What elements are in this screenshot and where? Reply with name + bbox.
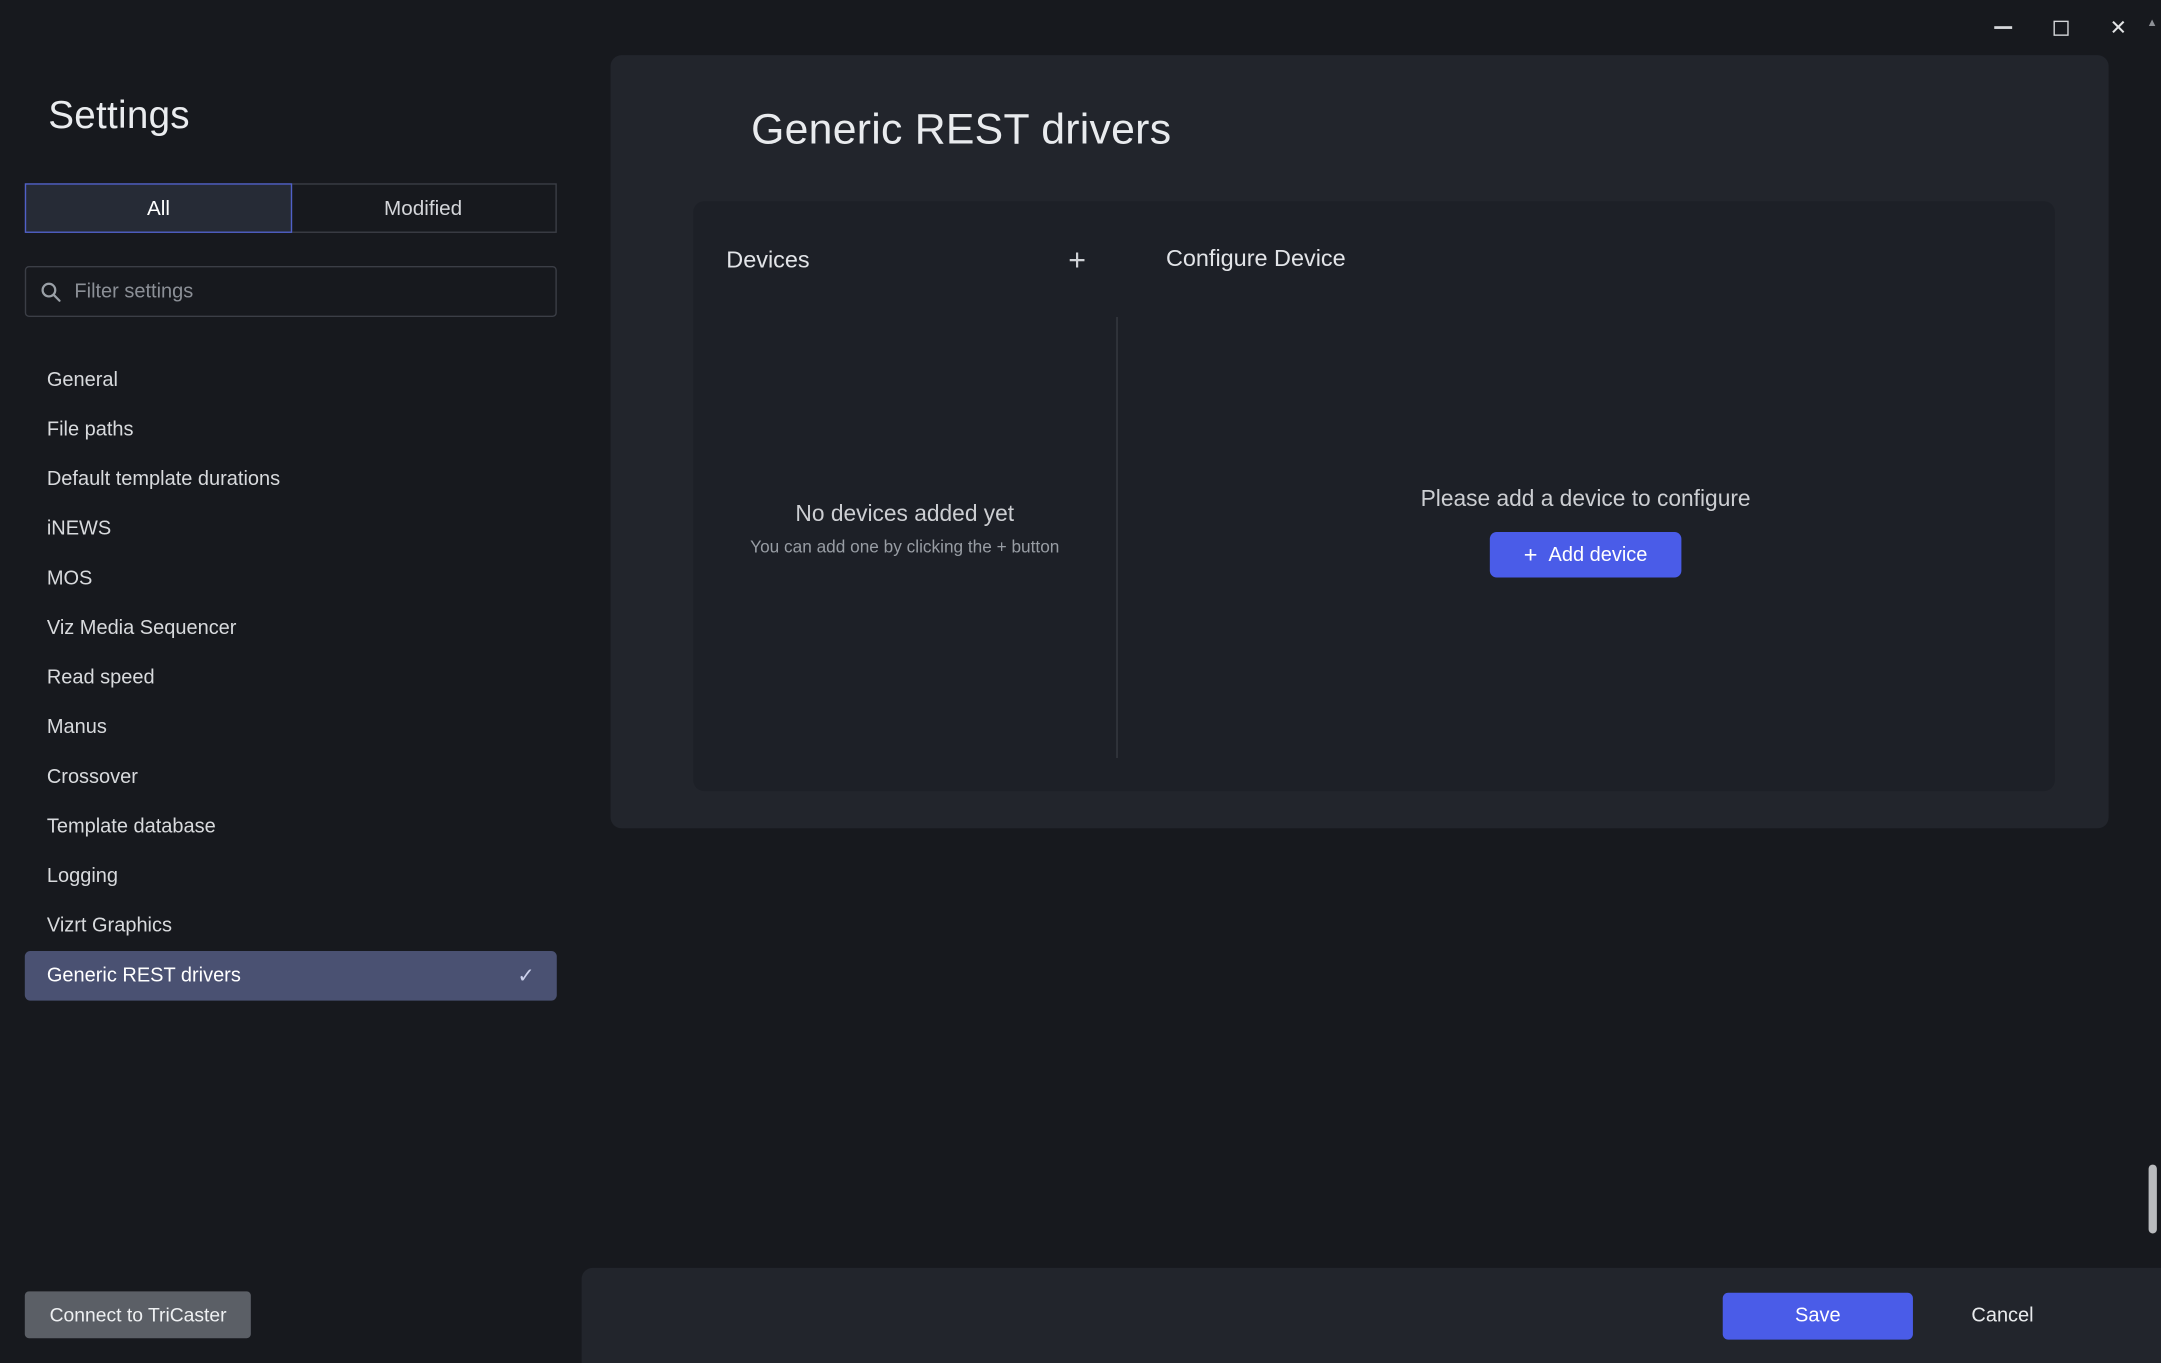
sidebar-item-label: MOS [47,568,93,590]
sidebar-item-file-paths[interactable]: File paths [25,405,557,455]
configure-device-heading: Configure Device [1166,245,1346,271]
sidebar-item-manus[interactable]: Manus [25,703,557,753]
scrollbar-track[interactable]: ▲ [2143,0,2161,1363]
configure-empty-state: Please add a device to configure + Add d… [1116,487,2055,578]
sidebar-item-default-template-durations[interactable]: Default template durations [25,455,557,505]
sidebar-item-generic-rest-drivers[interactable]: Generic REST drivers ✓ [25,951,557,1001]
sidebar-item-label: Generic REST drivers [47,965,241,987]
search-input[interactable] [74,280,541,302]
sidebar-item-template-database[interactable]: Template database [25,802,557,852]
devices-empty-state: No devices added yet You can add one by … [693,502,1116,557]
sidebar-item-read-speed[interactable]: Read speed [25,653,557,703]
close-icon: ✕ [2110,17,2127,38]
configure-device-column: Configure Device Please add a device to … [1116,201,2055,791]
configure-empty-title: Please add a device to configure [1116,487,2055,513]
sidebar-item-logging[interactable]: Logging [25,852,557,902]
sidebar-item-crossover[interactable]: Crossover [25,752,557,802]
devices-empty-subtitle: You can add one by clicking the + button [693,537,1116,556]
footer-bar: Save Cancel [582,1268,2161,1363]
filter-settings-search[interactable] [25,266,557,317]
main-panel: Generic REST drivers Devices + No device… [611,55,2109,828]
sidebar-item-mos[interactable]: MOS [25,554,557,604]
sidebar-item-vizrt-graphics[interactable]: Vizrt Graphics [25,901,557,951]
add-device-plus-icon[interactable]: + [1068,245,1086,275]
sidebar-item-label: General [47,369,118,391]
minimize-icon [1994,26,2012,29]
check-icon: ✓ [517,963,534,988]
devices-header: Devices + [726,245,1086,275]
sidebar-item-general[interactable]: General [25,356,557,406]
devices-heading: Devices [726,247,809,275]
maximize-icon [2053,20,2068,35]
sidebar-item-label: Crossover [47,766,138,788]
scale-wrapper: ✕ ▲ Settings All Modified General File p… [0,0,2161,1363]
sidebar-item-label: Read speed [47,667,155,689]
scroll-up-arrow-icon[interactable]: ▲ [2143,17,2161,29]
configure-device-header: Configure Device [1166,245,1346,273]
sidebar-item-inews[interactable]: iNEWS [25,504,557,554]
tab-modified[interactable]: Modified [291,185,556,232]
scrollbar-thumb[interactable] [2149,1165,2157,1234]
maximize-button[interactable] [2040,7,2081,48]
page-title: Settings [48,94,190,138]
window-controls: ✕ [1982,0,2139,55]
add-device-button-label: Add device [1549,544,1648,566]
sidebar-item-viz-media-sequencer[interactable]: Viz Media Sequencer [25,604,557,654]
add-device-button[interactable]: + Add device [1490,532,1682,577]
minimize-button[interactable] [1982,7,2023,48]
sidebar-item-label: Template database [47,816,216,838]
devices-column: Devices + No devices added yet You can a… [693,201,1116,791]
save-button[interactable]: Save [1723,1292,1913,1339]
close-button[interactable]: ✕ [2098,7,2139,48]
sidebar-item-label: Manus [47,717,107,739]
search-icon [40,280,62,302]
sidebar-item-label: Vizrt Graphics [47,915,172,937]
plus-icon: + [1524,543,1538,566]
connect-to-tricaster-button[interactable]: Connect to TriCaster [25,1291,252,1338]
main-title: Generic REST drivers [751,105,1171,155]
devices-empty-title: No devices added yet [693,502,1116,528]
sidebar-item-label: Viz Media Sequencer [47,617,237,639]
sidebar-tabs: All Modified [25,183,557,233]
devices-configure-panel: Devices + No devices added yet You can a… [693,201,2055,791]
tab-all[interactable]: All [25,183,292,233]
settings-nav: General File paths Default template dura… [25,356,557,1001]
sidebar-item-label: File paths [47,419,134,441]
cancel-button[interactable]: Cancel [1913,1292,2092,1339]
sidebar-item-label: Logging [47,866,118,888]
sidebar-item-label: Default template durations [47,469,280,491]
sidebar-item-label: iNEWS [47,518,111,540]
settings-window: ✕ ▲ Settings All Modified General File p… [0,0,2161,1363]
